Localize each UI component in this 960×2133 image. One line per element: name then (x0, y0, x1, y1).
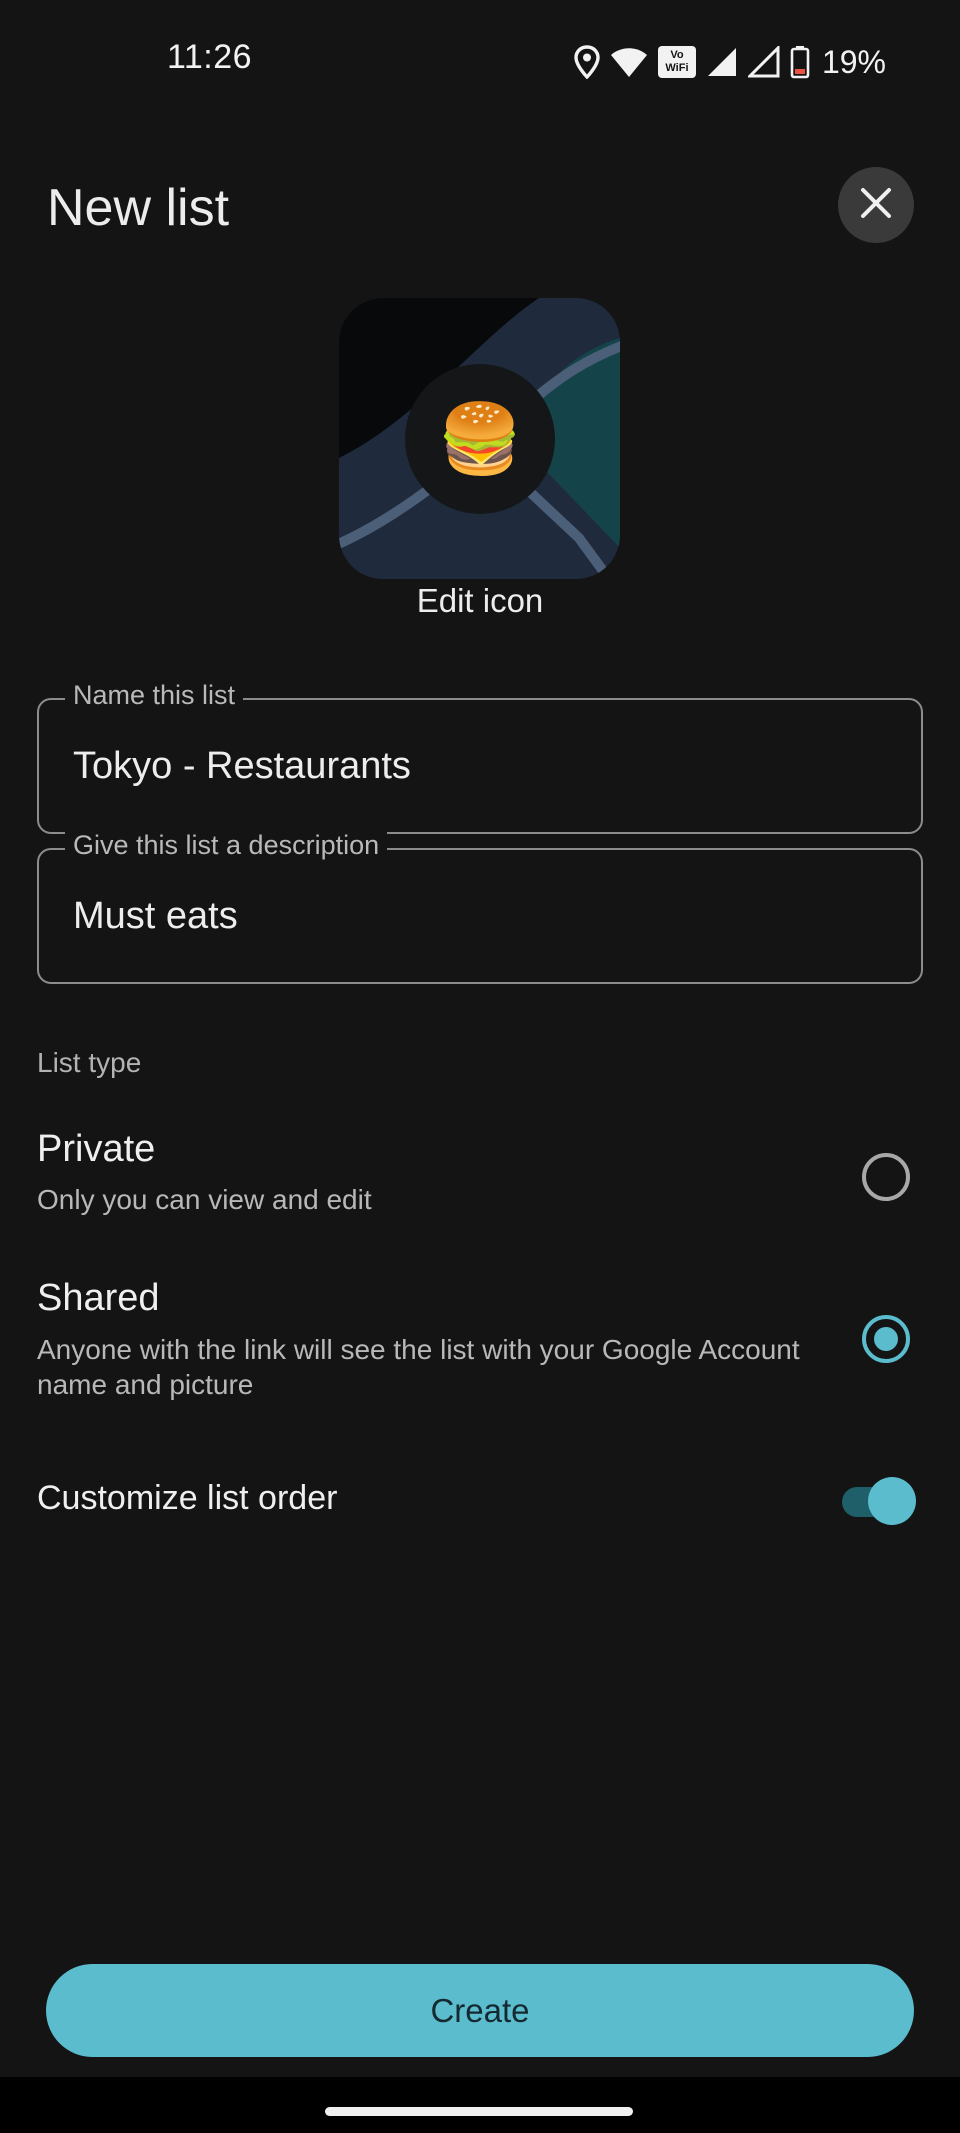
close-button[interactable] (838, 167, 914, 243)
list-icon-thumbnail[interactable]: 🍔 (339, 298, 620, 579)
list-type-heading: List type (37, 1047, 142, 1078)
list-name-input[interactable] (73, 736, 883, 796)
list-name-field[interactable]: Name this list (37, 678, 923, 834)
list-description-label: Give this list a description (65, 828, 388, 862)
list-description-field[interactable]: Give this list a description (37, 828, 923, 984)
list-description-input[interactable] (73, 886, 883, 946)
burger-icon: 🍔 (405, 364, 555, 514)
option-private-description: Only you can view and edit (37, 1184, 372, 1215)
page-title: New list (47, 179, 230, 237)
status-bar: 11:26 Vo WiFi 19% (0, 0, 960, 120)
status-icons: Vo WiFi 19% (574, 42, 886, 82)
radio-private[interactable] (862, 1153, 910, 1201)
option-shared-title[interactable]: Shared (37, 1277, 160, 1320)
home-handle[interactable] (325, 2107, 633, 2116)
create-button[interactable]: Create (46, 1964, 914, 2057)
option-private-title[interactable]: Private (37, 1128, 155, 1171)
close-icon (859, 186, 893, 225)
signal-icon (747, 46, 780, 78)
volte-wifi-icon: Vo WiFi (657, 46, 696, 78)
radio-shared[interactable] (862, 1315, 910, 1363)
location-icon (574, 45, 600, 79)
option-shared-description: Anyone with the link will see the list w… (37, 1334, 800, 1400)
customize-order-toggle[interactable] (842, 1477, 916, 1525)
battery-icon (790, 45, 810, 79)
toggle-thumb (868, 1477, 916, 1525)
edit-icon-link[interactable]: Edit icon (0, 582, 960, 620)
wifi-icon (610, 46, 648, 78)
battery-percent: 19% (821, 43, 886, 80)
signal-icon (706, 46, 738, 78)
list-name-label: Name this list (65, 678, 244, 712)
navigation-bar (0, 2077, 960, 2133)
status-time: 11:26 (167, 38, 253, 76)
customize-order-label: Customize list order (37, 1479, 338, 1517)
